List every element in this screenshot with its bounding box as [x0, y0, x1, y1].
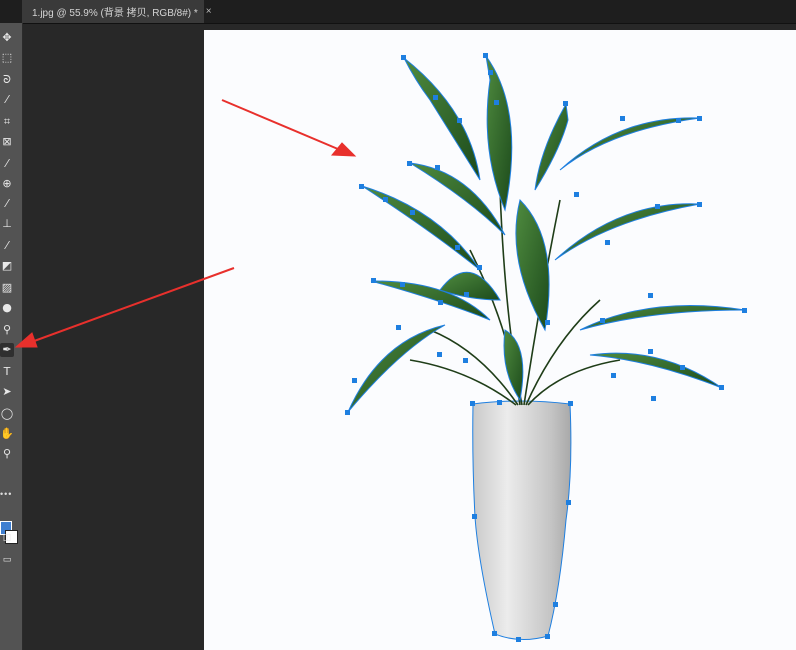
artwork	[14, 53, 747, 642]
leaf	[589, 352, 723, 389]
leaf	[403, 57, 481, 181]
leaf	[554, 203, 701, 261]
leaf	[579, 305, 746, 331]
arrow-to-canvas	[221, 99, 346, 153]
arrow-head-canvas	[330, 142, 357, 157]
leaf	[534, 102, 569, 191]
annotation-arrows	[14, 99, 357, 348]
arrow-head-pen-tool	[14, 332, 38, 348]
plant-leaves	[347, 55, 746, 413]
arrow-to-pen-tool	[25, 267, 235, 345]
leaf	[515, 199, 550, 332]
leaf	[347, 324, 446, 413]
leaf	[559, 117, 701, 171]
leaf	[485, 55, 513, 212]
